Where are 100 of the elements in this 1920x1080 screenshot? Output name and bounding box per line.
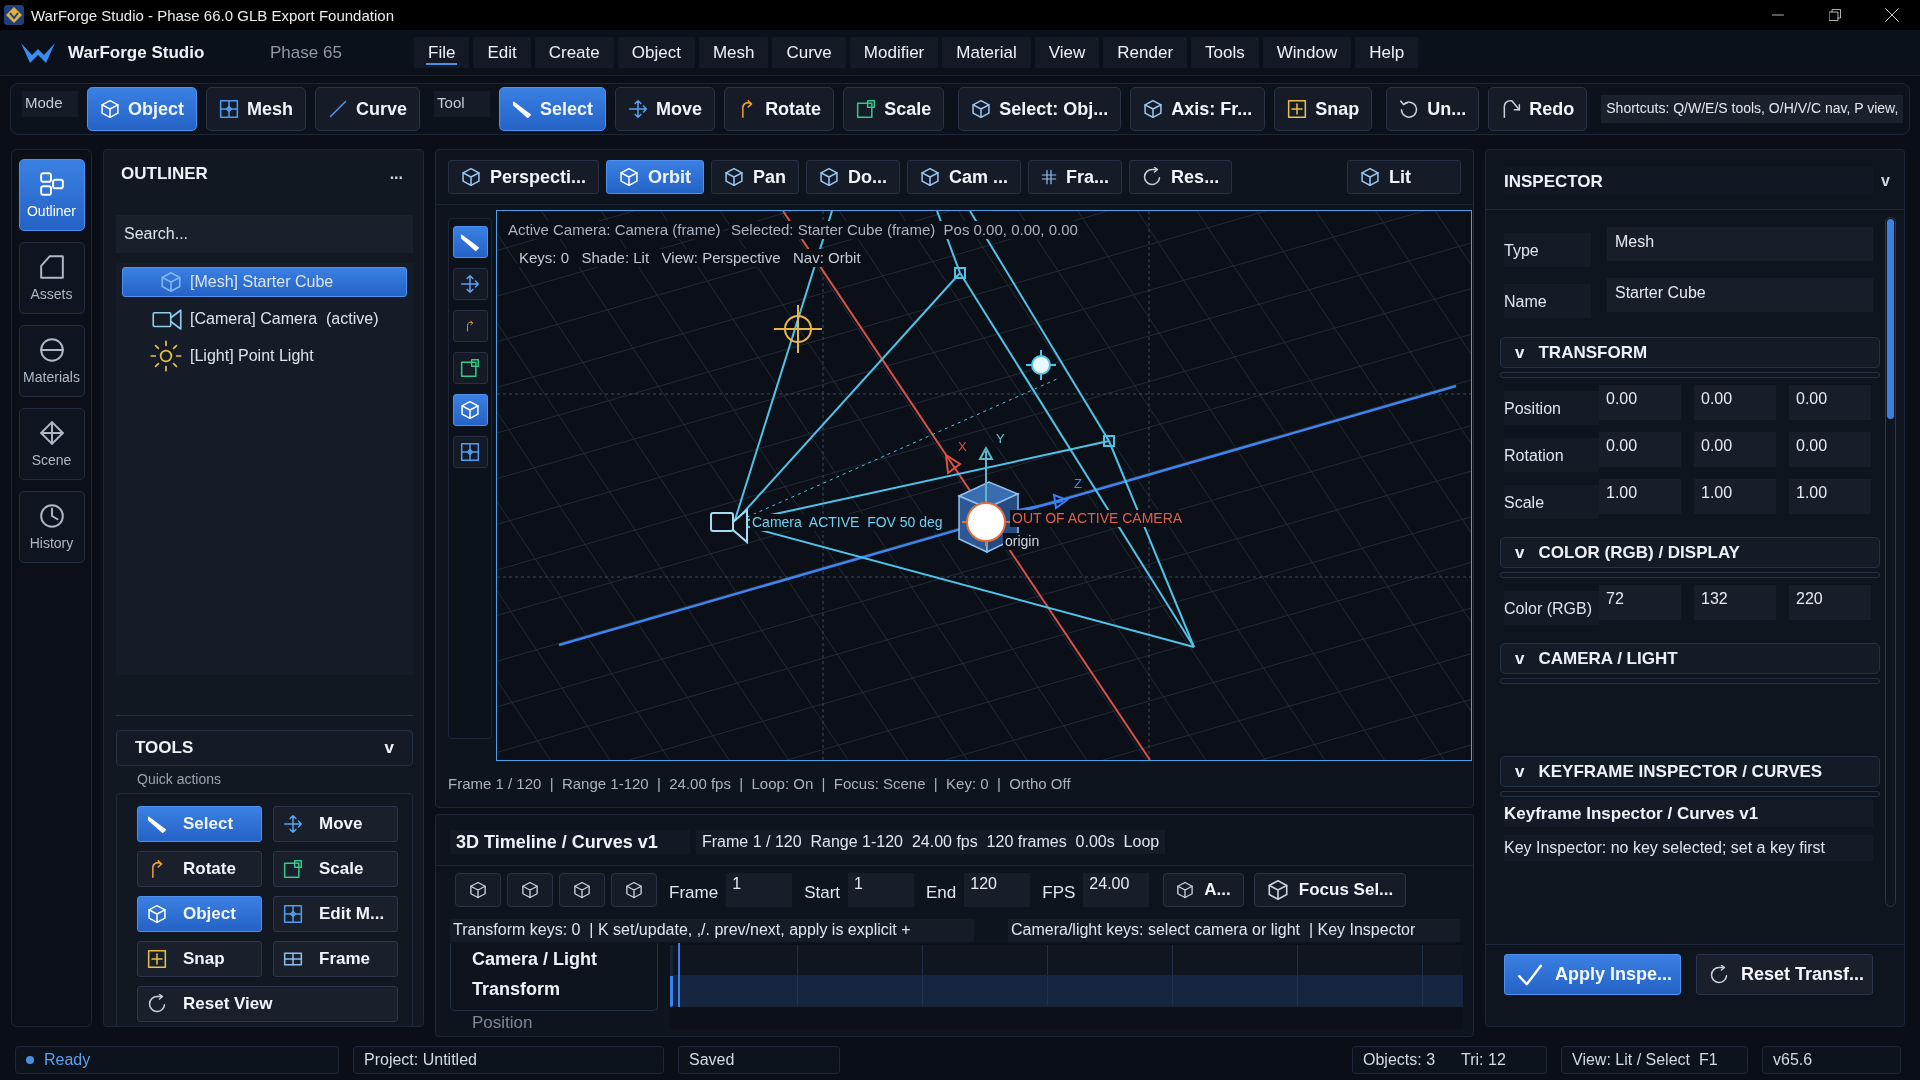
tool-button[interactable] <box>452 394 488 426</box>
number-field[interactable]: 0.00 <box>1694 432 1776 467</box>
sidebar-tab[interactable]: Scene <box>18 408 85 480</box>
sidebar-tab[interactable]: Outliner <box>18 159 85 231</box>
tool-button[interactable] <box>452 226 488 258</box>
toolbar-button[interactable]: Redo <box>1488 87 1588 131</box>
menu-item[interactable]: Window <box>1262 37 1352 68</box>
toolbar-button[interactable]: Move <box>615 87 716 131</box>
track-lane[interactable] <box>670 945 1463 976</box>
section-header[interactable]: TOOLS v <box>116 730 413 766</box>
number-field[interactable]: 0.00 <box>1789 432 1871 467</box>
viewport-tool-button[interactable]: Fra... <box>1028 160 1123 194</box>
track-lane[interactable] <box>670 976 1463 1007</box>
timeline-button[interactable]: A... <box>1163 873 1244 907</box>
viewport-tool-button[interactable]: Cam ... <box>907 160 1022 194</box>
cube-icon <box>469 881 487 899</box>
number-field[interactable]: 120 <box>964 873 1031 907</box>
menu-item[interactable]: View <box>1034 37 1100 68</box>
number-field[interactable]: 1.00 <box>1789 479 1871 514</box>
toolbar-button[interactable]: Un... <box>1386 87 1480 131</box>
viewport[interactable]: Active Camera: Camera (frame) Selected: Starter Cube (frame) Pos 0.00, 0.00, 0.00 Keys: 0 Shade: Lit View: Perspective Nav: Orbit Camera ACTIVE FOV 50 deg OUT OF ACTIVE CAMERA origin X Y Z <box>496 210 1472 761</box>
menu-item[interactable]: Modifier <box>849 37 939 68</box>
menu-item[interactable]: Material <box>942 37 1031 68</box>
outliner-item[interactable]: [Camera] Camera (active) <box>122 304 407 334</box>
number-field[interactable]: 0.00 <box>1599 432 1681 467</box>
diamond-cross-icon <box>38 420 65 446</box>
quick-action-button[interactable]: Frame <box>273 941 398 977</box>
viewport-tool-button[interactable]: Do... <box>806 160 901 194</box>
sidebar-tab[interactable]: History <box>18 491 85 563</box>
more-button[interactable]: ... <box>387 165 405 183</box>
tool-button[interactable] <box>452 268 488 300</box>
menu-item[interactable]: Curve <box>772 37 846 68</box>
sidebar-tab[interactable]: Assets <box>18 242 85 314</box>
number-field[interactable]: 24.00 <box>1083 873 1150 907</box>
menu-item[interactable]: Help <box>1355 37 1419 68</box>
number-field[interactable]: 1 <box>726 873 793 907</box>
menu-item[interactable]: Object <box>617 37 695 68</box>
number-field[interactable]: 0.00 <box>1694 385 1776 420</box>
text-field[interactable]: Mesh <box>1607 227 1873 261</box>
resize-square-icon <box>856 99 877 119</box>
toolbar-button[interactable]: Axis: Fr... <box>1130 87 1266 131</box>
quick-action-button[interactable]: Edit M... <box>273 896 398 932</box>
timeline-button[interactable]: Focus Sel... <box>1253 873 1407 907</box>
number-field[interactable]: 1.00 <box>1599 479 1681 514</box>
toolbar-button[interactable]: Snap <box>1274 87 1373 131</box>
toolbar-button[interactable]: Rotate <box>724 87 835 131</box>
toolbar-button[interactable]: Curve <box>315 87 421 131</box>
overlay-text: Active Camera: Camera (frame) <box>506 221 723 239</box>
section-header[interactable]: v COLOR (RGB) / DISPLAY <box>1500 537 1880 568</box>
arrows-icon <box>283 814 303 834</box>
section-header[interactable]: v CAMERA / LIGHT <box>1500 643 1880 674</box>
search-field[interactable]: Search... <box>116 215 413 253</box>
tool-button[interactable] <box>452 352 488 384</box>
sidebar-tab[interactable]: Materials <box>18 325 85 397</box>
viewport-tool-button[interactable]: Perspecti... <box>448 160 600 194</box>
quick-action-button[interactable]: Scale <box>273 851 398 887</box>
icon-button[interactable] <box>455 873 501 907</box>
icon-button[interactable] <box>611 873 657 907</box>
menu-item[interactable]: File <box>414 37 470 68</box>
status-text: Project: Untitled <box>364 1051 477 1069</box>
shading-button[interactable]: Lit <box>1347 160 1461 194</box>
menu-item[interactable]: Create <box>534 37 614 68</box>
toolbar-button[interactable]: Object <box>87 87 197 131</box>
number-field[interactable]: 220 <box>1789 585 1871 620</box>
number-field[interactable]: 132 <box>1694 585 1776 620</box>
number-field[interactable]: 0.00 <box>1789 385 1871 420</box>
outliner-item[interactable]: [Mesh] Starter Cube <box>122 267 407 297</box>
action-button[interactable]: Apply Inspe... <box>1504 954 1681 995</box>
menu-item[interactable]: Render <box>1103 37 1188 68</box>
toolbar-button[interactable]: Select: Obj... <box>958 87 1122 131</box>
menu-item[interactable]: Edit <box>473 37 531 68</box>
viewport-tool-button[interactable]: Pan <box>711 160 800 194</box>
collapse-toggle[interactable]: v <box>1879 172 1892 190</box>
menu-item[interactable]: Tools <box>1191 37 1259 68</box>
toolbar-button[interactable]: Select <box>499 87 607 131</box>
number-field[interactable]: 0.00 <box>1599 385 1681 420</box>
quick-action-button[interactable]: Move <box>273 806 398 842</box>
cube-icon <box>1143 99 1164 119</box>
number-field[interactable]: 1 <box>848 873 915 907</box>
action-button[interactable]: Reset Transf... <box>1696 954 1873 995</box>
section-header[interactable]: v KEYFRAME INSPECTOR / CURVES <box>1500 756 1880 787</box>
tool-button[interactable] <box>452 436 488 468</box>
quick-action-button[interactable]: Snap <box>137 941 262 977</box>
viewport-tool-button[interactable]: Res... <box>1129 160 1233 194</box>
number-field[interactable]: 1.00 <box>1694 479 1776 514</box>
section-header[interactable]: v TRANSFORM <box>1500 337 1880 368</box>
quick-action-button[interactable]: Select <box>137 806 262 842</box>
quick-action-button[interactable]: Rotate <box>137 851 262 887</box>
menu-item[interactable]: Mesh <box>698 37 769 68</box>
quick-action-button[interactable]: Object <box>137 896 262 932</box>
quick-action-button[interactable]: Reset View <box>137 986 398 1022</box>
scrollbar-thumb[interactable] <box>1887 219 1894 419</box>
viewport-tool-button[interactable]: Orbit <box>606 160 705 194</box>
outliner-item[interactable]: [Light] Point Light <box>122 341 407 371</box>
icon-button[interactable] <box>559 873 605 907</box>
text-field[interactable]: Starter Cube <box>1607 278 1873 312</box>
number-field[interactable]: 72 <box>1599 585 1681 620</box>
toolbar-button[interactable]: Scale <box>843 87 945 131</box>
toolbar-button[interactable]: Mesh <box>206 87 307 131</box>
icon-button[interactable] <box>507 873 553 907</box>
